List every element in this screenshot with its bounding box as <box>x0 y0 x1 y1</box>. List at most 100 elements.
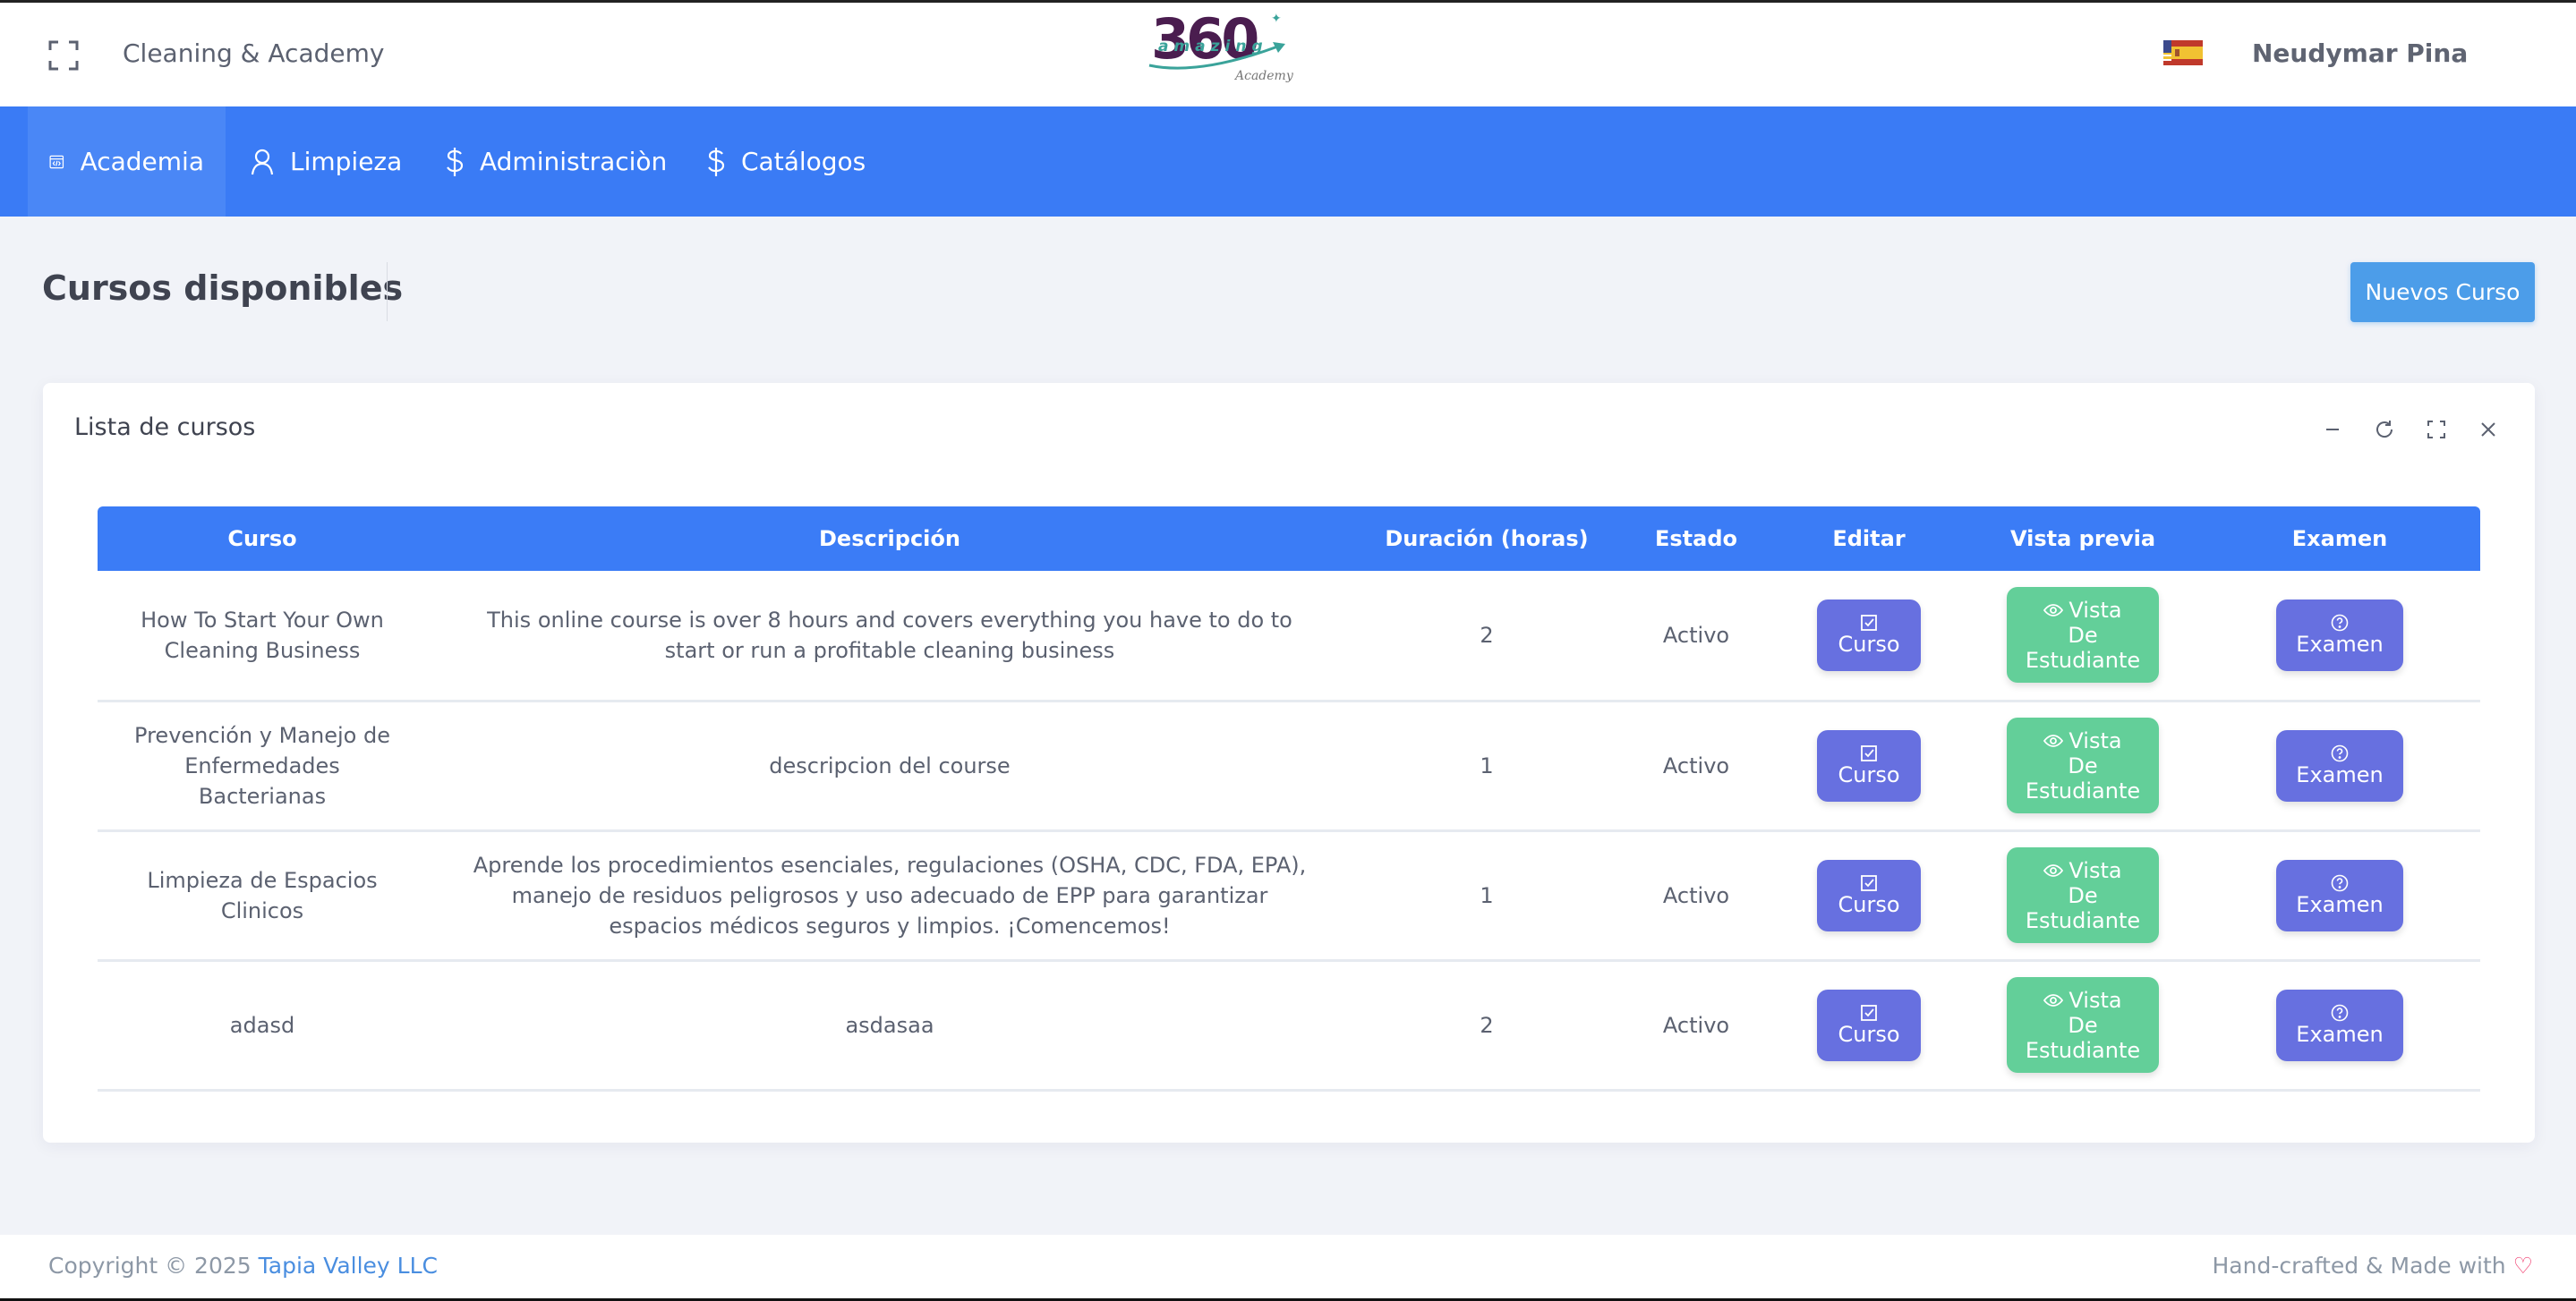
cell-vista-previa: Vista De Estudiante <box>1966 830 2199 962</box>
made-with-text: Hand-crafted & Made with <box>2212 1253 2506 1279</box>
button-label: Curso <box>1838 1021 1900 1047</box>
column-header-editar[interactable]: Editar <box>1771 506 1966 571</box>
checkbox-icon <box>1861 614 1877 631</box>
question-circle-icon <box>2331 744 2349 761</box>
cell-examen: Examen <box>2199 571 2480 702</box>
exam-button[interactable]: Examen <box>2276 859 2403 931</box>
student-preview-button[interactable]: Vista De Estudiante <box>2007 587 2159 684</box>
cell-examen: Examen <box>2199 960 2480 1092</box>
exam-button[interactable]: Examen <box>2276 599 2403 671</box>
cell-descripcion: Aprende los procedimientos esenciales, r… <box>427 830 1352 962</box>
copyright-text: Copyright © 2025 <box>48 1253 252 1279</box>
close-icon[interactable] <box>2478 419 2499 440</box>
button-label: Examen <box>2296 1021 2384 1047</box>
column-header-examen[interactable]: Examen <box>2199 506 2480 571</box>
user-name[interactable]: Neudymar Pina <box>2252 38 2468 68</box>
button-label: Vista <box>2068 727 2122 753</box>
edit-course-button[interactable]: Curso <box>1817 729 1921 802</box>
cell-editar: Curso <box>1771 571 1966 702</box>
edit-course-button[interactable]: Curso <box>1817 859 1921 931</box>
button-label: Estudiante <box>2025 647 2141 673</box>
cell-examen: Examen <box>2199 701 2480 832</box>
nav-label: Administraciòn <box>480 147 668 176</box>
dollar-icon <box>708 147 725 176</box>
dollar-icon <box>447 147 464 176</box>
column-header-descripcion[interactable]: Descripción <box>427 506 1352 571</box>
button-label: Examen <box>2296 631 2384 657</box>
column-header-curso[interactable]: Curso <box>98 506 427 571</box>
student-preview-button[interactable]: Vista De Estudiante <box>2007 847 2159 943</box>
table-row: adasd asdasaa 2 Activo Curso Vista De Estud… <box>98 960 2480 1092</box>
cell-editar: Curso <box>1771 701 1966 832</box>
edit-course-button[interactable]: Curso <box>1817 989 1921 1061</box>
course-status: Activo <box>1662 882 1730 908</box>
fullscreen-icon[interactable] <box>2426 419 2447 440</box>
minimize-icon[interactable] <box>2322 419 2343 440</box>
course-description: This online course is over 8 hours and c… <box>487 607 1292 663</box>
table-row: Limpieza de Espacios Clinicos Aprende los… <box>98 830 2480 962</box>
cell-curso: How To Start Your Own Cleaning Business <box>98 571 427 702</box>
heart-icon: ♡ <box>2512 1253 2533 1279</box>
cell-estado: Activo <box>1621 571 1771 702</box>
button-label: De <box>2068 1012 2098 1038</box>
nav-item-administracion[interactable]: Administraciòn <box>424 106 688 217</box>
footer: Copyright © 2025 Tapia Valley LLC Hand-c… <box>0 1235 2576 1301</box>
new-course-button[interactable]: Nuevos Curso <box>2350 262 2535 322</box>
card-title: Lista de cursos <box>74 413 256 441</box>
copyright: Copyright © 2025 Tapia Valley LLC <box>48 1253 438 1279</box>
button-label: Estudiante <box>2025 1037 2141 1063</box>
nav-item-academia[interactable]: Academia <box>28 106 226 217</box>
column-header-estado[interactable]: Estado <box>1621 506 1771 571</box>
button-label: Vista <box>2068 857 2122 883</box>
nav-label: Academia <box>80 147 204 176</box>
course-name: How To Start Your Own Cleaning Business <box>141 607 384 663</box>
course-duration: 2 <box>1480 622 1494 648</box>
cell-duracion: 2 <box>1352 571 1621 702</box>
nav-item-catalogos[interactable]: Catálogos <box>686 106 887 217</box>
cell-descripcion: descripcion del course <box>427 701 1352 832</box>
nav-label: Limpieza <box>290 147 403 176</box>
exam-button[interactable]: Examen <box>2276 729 2403 802</box>
code-window-icon <box>49 155 64 168</box>
cell-curso: Limpieza de Espacios Clinicos <box>98 830 427 962</box>
company-link[interactable]: Tapia Valley LLC <box>259 1253 438 1279</box>
card-tools <box>2322 419 2499 440</box>
button-label: De <box>2068 753 2098 778</box>
button-label: De <box>2068 622 2098 648</box>
cell-vista-previa: Vista De Estudiante <box>1966 960 2199 1092</box>
cell-duracion: 2 <box>1352 960 1621 1092</box>
cell-descripcion: asdasaa <box>427 960 1352 1092</box>
title-divider <box>387 262 388 321</box>
logo[interactable]: 360 amazing Academy ✦ <box>1146 6 1298 83</box>
course-description: Aprende los procedimientos esenciales, r… <box>473 852 1307 939</box>
cell-curso: Prevención y Manejo de Enfermedades Bact… <box>98 701 427 832</box>
fullscreen-toggle-icon[interactable] <box>48 40 79 71</box>
exam-button[interactable]: Examen <box>2276 989 2403 1061</box>
app-name: Cleaning & Academy <box>123 38 385 68</box>
course-name: Prevención y Manejo de Enfermedades Bact… <box>134 722 390 809</box>
language-flag-icon[interactable] <box>2163 40 2203 65</box>
cell-estado: Activo <box>1621 701 1771 832</box>
nav-item-limpieza[interactable]: Limpieza <box>229 106 423 217</box>
courses-card: Lista de cursos Curso Descripción Duraci… <box>43 383 2535 1143</box>
eye-icon <box>2043 603 2064 616</box>
button-label: Curso <box>1838 631 1900 657</box>
course-description: asdasaa <box>845 1012 934 1038</box>
cell-vista-previa: Vista De Estudiante <box>1966 571 2199 702</box>
column-header-vista-previa[interactable]: Vista previa <box>1966 506 2199 571</box>
cell-estado: Activo <box>1621 960 1771 1092</box>
top-header: Cleaning & Academy 360 amazing Academy ✦… <box>0 0 2576 106</box>
button-label: Examen <box>2296 761 2384 787</box>
cell-examen: Examen <box>2199 830 2480 962</box>
edit-course-button[interactable]: Curso <box>1817 599 1921 671</box>
checkbox-icon <box>1861 1004 1877 1021</box>
column-header-duracion[interactable]: Duración (horas) <box>1352 506 1621 571</box>
nav-label: Catálogos <box>741 147 866 176</box>
student-preview-button[interactable]: Vista De Estudiante <box>2007 718 2159 813</box>
student-preview-button[interactable]: Vista De Estudiante <box>2007 977 2159 1073</box>
course-status: Activo <box>1662 753 1730 778</box>
cell-duracion: 1 <box>1352 830 1621 962</box>
cell-descripcion: This online course is over 8 hours and c… <box>427 571 1352 702</box>
refresh-icon[interactable] <box>2374 419 2395 440</box>
courses-table: Curso Descripción Duración (horas) Estad… <box>98 506 2480 1092</box>
